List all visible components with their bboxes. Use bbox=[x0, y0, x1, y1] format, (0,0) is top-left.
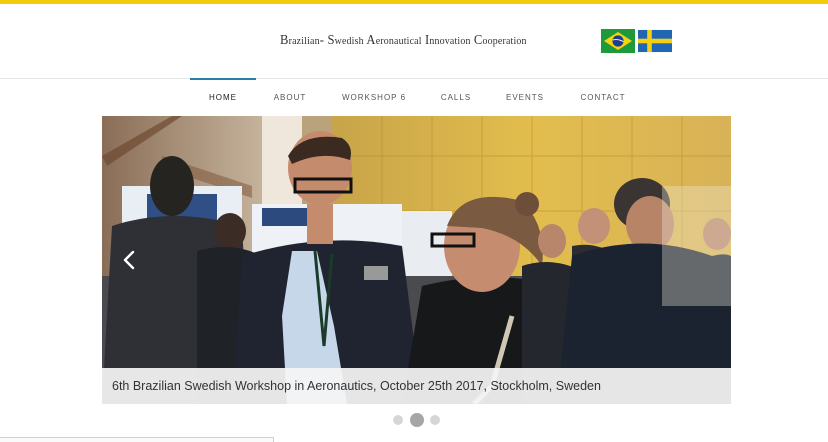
nav-divider bbox=[0, 78, 828, 79]
nav-item-contact[interactable]: Contact bbox=[577, 79, 629, 117]
slider-dot-1[interactable] bbox=[393, 415, 403, 425]
site-title[interactable]: Brazilian- Swedish Aeronautical Innovati… bbox=[280, 33, 550, 49]
brazil-flag-icon[interactable] bbox=[601, 29, 635, 53]
sweden-flag-icon[interactable] bbox=[638, 29, 672, 53]
nav-item-events[interactable]: Events bbox=[503, 79, 547, 117]
title-small: razilian bbox=[288, 35, 320, 47]
bottom-panel-edge bbox=[0, 437, 274, 442]
image-slider: 6th Brazilian Swedish Workshop in Aerona… bbox=[102, 116, 731, 404]
slide-caption: 6th Brazilian Swedish Workshop in Aerona… bbox=[102, 368, 731, 404]
slide-photo bbox=[102, 116, 731, 404]
slider-pagination bbox=[393, 413, 443, 427]
nav-item-workshop-6[interactable]: Workshop 6 bbox=[340, 79, 408, 117]
title-cap: B bbox=[280, 33, 289, 48]
site-header: Brazilian- Swedish Aeronautical Innovati… bbox=[0, 4, 828, 78]
title-cap: I bbox=[421, 33, 430, 48]
slider-dot-2-active[interactable] bbox=[410, 413, 424, 427]
title-cap: A bbox=[363, 33, 376, 48]
title-small: ooperation bbox=[482, 35, 527, 47]
title-small: wedish bbox=[334, 35, 364, 47]
title-small: eronautical bbox=[375, 35, 422, 47]
nav-item-home[interactable]: Home bbox=[190, 79, 256, 117]
title-small: nnovation bbox=[429, 35, 471, 47]
nav-item-calls[interactable]: Calls bbox=[436, 79, 476, 117]
slider-dot-3[interactable] bbox=[430, 415, 440, 425]
chevron-left-icon[interactable] bbox=[120, 248, 140, 272]
title-cap: S bbox=[324, 33, 335, 48]
slide-caption-text: 6th Brazilian Swedish Workshop in Aerona… bbox=[112, 379, 601, 393]
nav-item-about[interactable]: About bbox=[267, 79, 313, 117]
title-cap: C bbox=[470, 33, 483, 48]
